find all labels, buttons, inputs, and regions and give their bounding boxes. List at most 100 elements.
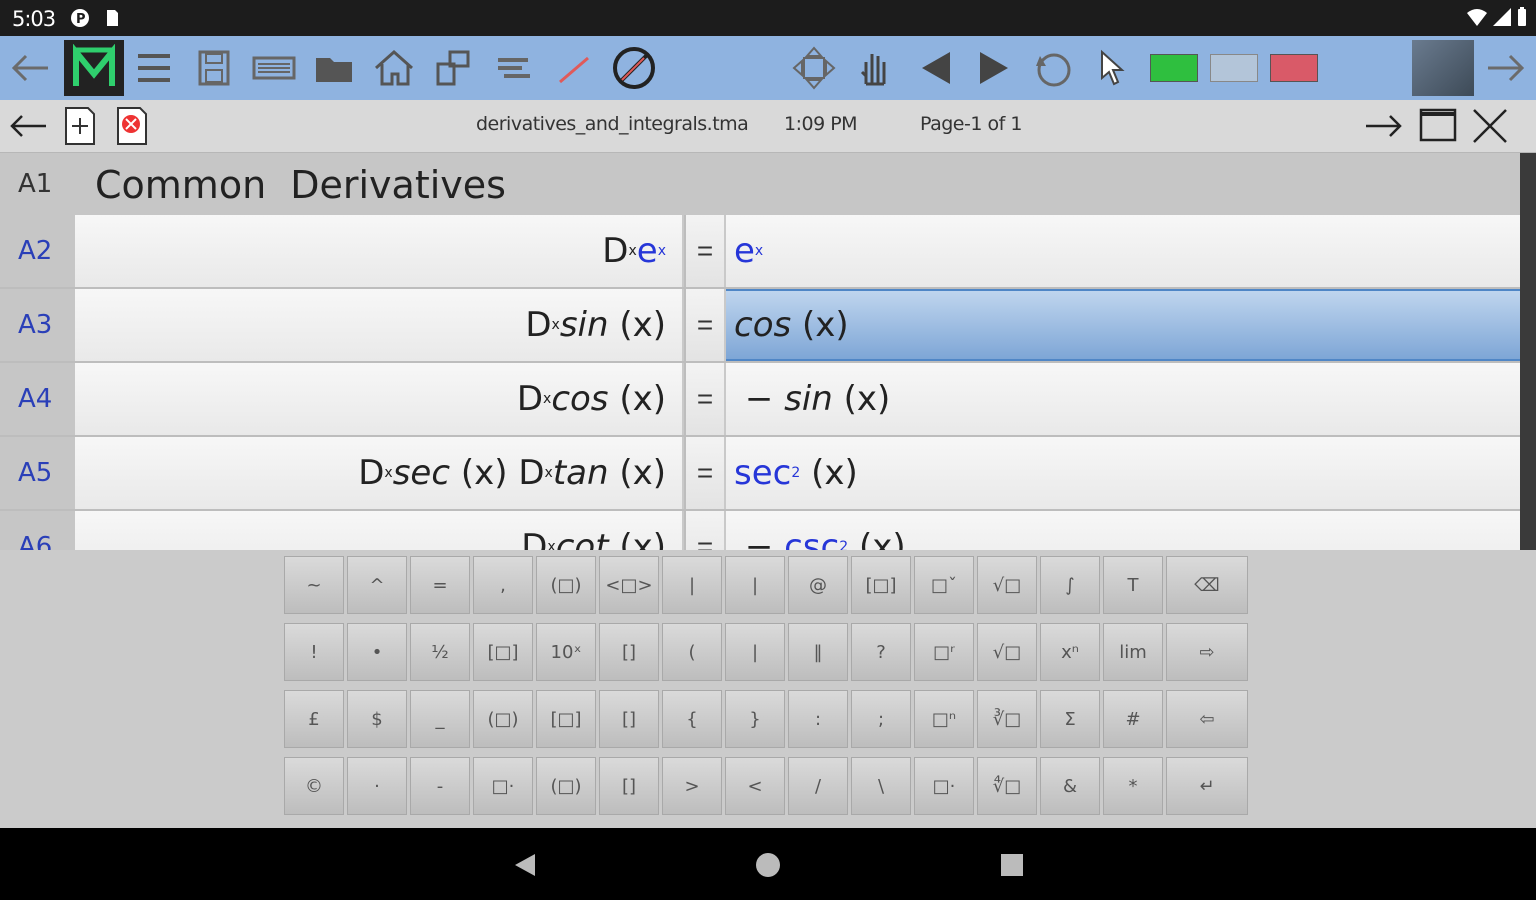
keyboard-key[interactable]: ∜□ — [977, 757, 1037, 815]
save-icon[interactable] — [186, 40, 242, 96]
delete-page-icon[interactable] — [110, 104, 154, 148]
keyboard-key[interactable]: <□> — [599, 556, 659, 614]
expression-lhs[interactable]: Dx cos (x) — [75, 363, 684, 435]
keyboard-key[interactable]: # — [1103, 690, 1163, 748]
nav-recents-icon[interactable] — [992, 848, 1032, 882]
keyboard-key[interactable]: } — [725, 690, 785, 748]
nav-back-icon[interactable] — [505, 848, 545, 882]
keyboard-key[interactable]: ‖ — [788, 623, 848, 681]
green-color[interactable] — [1146, 40, 1202, 96]
expression-rhs[interactable]: sec 2 (x) — [726, 437, 1520, 509]
keyboard-key[interactable]: ! — [284, 623, 344, 681]
red-color[interactable] — [1266, 40, 1322, 96]
keyboard-key[interactable]: ; — [851, 690, 911, 748]
keyboard-key[interactable]: • — [347, 623, 407, 681]
keyboard-key[interactable]: Σ — [1040, 690, 1100, 748]
expression-rhs-selected[interactable]: cos (x) — [726, 289, 1520, 361]
keyboard-key[interactable]: \ — [851, 757, 911, 815]
menu-icon[interactable] — [126, 40, 182, 96]
keyboard-key[interactable]: ~ — [284, 556, 344, 614]
keyboard-key[interactable]: : — [788, 690, 848, 748]
hand-icon[interactable] — [846, 40, 902, 96]
keyboard-key[interactable]: (□) — [536, 757, 596, 815]
keyboard-key[interactable]: [□] — [851, 556, 911, 614]
keyboard-key[interactable]: ↵ — [1166, 757, 1248, 815]
keyboard-key[interactable]: { — [662, 690, 722, 748]
row-a2[interactable]: A2 Dxex = ex — [0, 215, 1520, 287]
keyboard-key[interactable]: [□] — [536, 690, 596, 748]
keyboard-key[interactable]: ⇦ — [1166, 690, 1248, 748]
gray-color[interactable] — [1206, 40, 1262, 96]
nav-home-icon[interactable] — [748, 848, 788, 882]
folder-icon[interactable] — [306, 40, 362, 96]
expression-rhs[interactable]: − csc 2 (x) — [726, 511, 1520, 550]
expression-rhs[interactable]: − sin (x) — [726, 363, 1520, 435]
add-page-icon[interactable] — [58, 104, 102, 148]
row-a4[interactable]: A4 Dx cos (x) = − sin (x) — [0, 363, 1520, 435]
keyboard-key[interactable]: lim — [1103, 623, 1163, 681]
keyboard-key[interactable]: ⌫ — [1166, 556, 1248, 614]
keyboard-key[interactable]: 10ˣ — [536, 623, 596, 681]
expression-rhs[interactable]: ex — [726, 215, 1520, 287]
keyboard-key[interactable]: ∫ — [1040, 556, 1100, 614]
expression-lhs[interactable]: Dx sec (x) Dx tan (x) — [75, 437, 684, 509]
keyboard-key[interactable]: * — [1103, 757, 1163, 815]
row-a5[interactable]: A5 Dx sec (x) Dx tan (x) = sec 2 (x) — [0, 437, 1520, 509]
keyboard-key[interactable]: [] — [599, 757, 659, 815]
keyboard-key[interactable]: $ — [347, 690, 407, 748]
keyboard-key[interactable]: | — [725, 556, 785, 614]
align-icon[interactable] — [486, 40, 542, 96]
keyboard-key[interactable]: [□] — [473, 623, 533, 681]
keyboard-key[interactable]: ∛□ — [977, 690, 1037, 748]
close-icon[interactable] — [1468, 104, 1512, 148]
keyboard-key[interactable]: ⇨ — [1166, 623, 1248, 681]
keyboard-key[interactable]: _ — [410, 690, 470, 748]
expression-lhs[interactable]: Dxex — [75, 215, 684, 287]
doc-back-icon[interactable] — [6, 104, 50, 148]
keyboard-key[interactable]: £ — [284, 690, 344, 748]
keyboard-key[interactable]: □ⁿ — [914, 690, 974, 748]
doc-forward-icon[interactable] — [1362, 104, 1406, 148]
keyboard-key[interactable]: | — [662, 556, 722, 614]
undo-icon[interactable] — [1026, 40, 1082, 96]
keyboard-key[interactable]: ( — [662, 623, 722, 681]
keyboard-key[interactable]: □· — [473, 757, 533, 815]
keyboard-key[interactable]: · — [347, 757, 407, 815]
avatar[interactable] — [1412, 40, 1474, 96]
worksheet-scrollbar[interactable] — [1520, 153, 1536, 550]
keyboard-key[interactable]: / — [788, 757, 848, 815]
row-a3[interactable]: A3 Dx sin (x) = cos (x) — [0, 289, 1520, 361]
keyboard-key[interactable]: √□ — [977, 623, 1037, 681]
keyboard-key[interactable]: [] — [599, 690, 659, 748]
keyboard-key[interactable]: xⁿ — [1040, 623, 1100, 681]
keyboard-key[interactable]: □ʳ — [914, 623, 974, 681]
keyboard-key[interactable]: □ˇ — [914, 556, 974, 614]
no-entry-icon[interactable] — [606, 40, 662, 96]
keyboard-key[interactable]: | — [725, 623, 785, 681]
move-icon[interactable] — [786, 40, 842, 96]
keyboard-key[interactable]: ^ — [347, 556, 407, 614]
expression-lhs[interactable]: Dx sin (x) — [75, 289, 684, 361]
app-logo-icon[interactable] — [64, 40, 124, 96]
home-icon[interactable] — [366, 40, 422, 96]
keyboard-key[interactable]: √□ — [977, 556, 1037, 614]
row-a6[interactable]: A6 Dx cot (x) = − csc 2 (x) — [0, 511, 1520, 550]
keyboard-key[interactable]: (□) — [473, 690, 533, 748]
select-icon[interactable] — [1086, 40, 1142, 96]
forward-arrow-icon[interactable] — [1478, 40, 1534, 96]
keyboard-key[interactable]: © — [284, 757, 344, 815]
keyboard-key[interactable]: - — [410, 757, 470, 815]
next-icon[interactable] — [966, 40, 1022, 96]
prev-icon[interactable] — [908, 40, 964, 96]
worksheet[interactable]: A1 Common Derivatives A2 Dxex = ex A3 Dx… — [0, 153, 1520, 550]
keyboard-key[interactable]: , — [473, 556, 533, 614]
settings-icon[interactable] — [426, 40, 482, 96]
expression-lhs[interactable]: Dx cot (x) — [75, 511, 684, 550]
list-icon[interactable] — [246, 40, 302, 96]
keyboard-key[interactable]: [] — [599, 623, 659, 681]
keyboard-key[interactable]: > — [662, 757, 722, 815]
keyboard-key[interactable]: @ — [788, 556, 848, 614]
keyboard-key[interactable]: □· — [914, 757, 974, 815]
keyboard-key[interactable]: (□) — [536, 556, 596, 614]
keyboard-key[interactable]: ½ — [410, 623, 470, 681]
